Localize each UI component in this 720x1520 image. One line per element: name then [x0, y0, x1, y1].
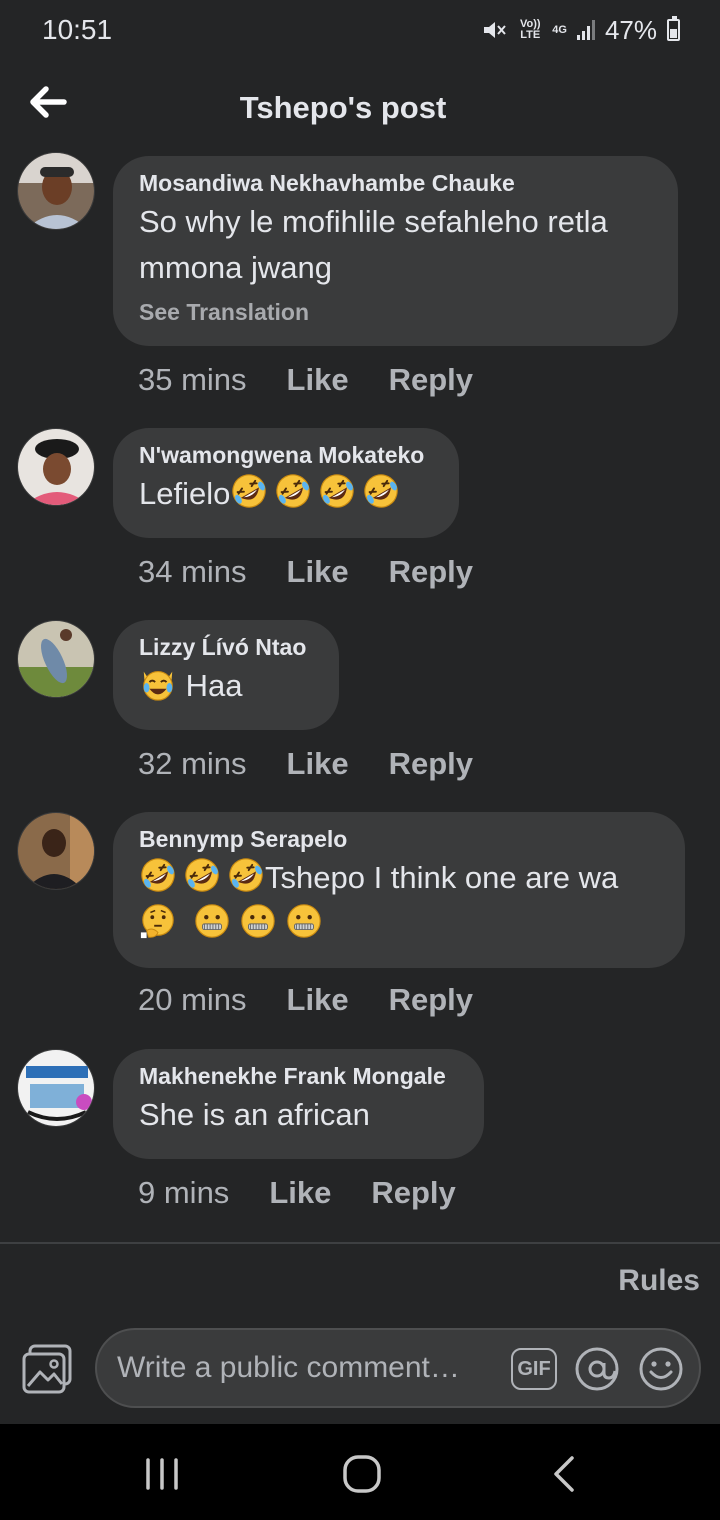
comment-time: 20 mins — [138, 982, 247, 1017]
emoji-button[interactable] — [638, 1346, 684, 1392]
comment-composer: GIF — [0, 1324, 720, 1414]
comment-text-content: Lefielo — [139, 476, 231, 511]
comment-input[interactable] — [117, 1348, 487, 1388]
avatar[interactable] — [17, 812, 95, 890]
avatar[interactable] — [17, 620, 95, 698]
rofl-emoji-icon — [274, 472, 312, 510]
rofl-emoji-icon — [230, 472, 268, 510]
battery-percent: 47% — [604, 14, 657, 45]
app-screen: 10:51 Vo)) LTE 4G 47% Tshepo's post Mosa… — [0, 0, 720, 1424]
comment-author[interactable]: N'wamongwena Mokateko — [139, 442, 433, 469]
page-title: Tshepo's post — [239, 90, 447, 125]
photo-icon — [22, 1344, 72, 1394]
comment-bubble[interactable]: N'wamongwena Mokateko Lefielo — [113, 428, 459, 538]
at-sign-icon — [575, 1347, 619, 1391]
mute-icon — [482, 19, 508, 41]
status-icons: Vo)) LTE 4G 47% — [482, 14, 680, 46]
like-button[interactable]: Like — [287, 982, 349, 1018]
divider — [0, 1242, 720, 1244]
comment-text-line: Tshepo I think one are wa — [139, 855, 659, 901]
comment-text-line: mmona jwang — [139, 250, 332, 285]
rofl-emoji-icon — [362, 472, 400, 510]
comment-author[interactable]: Bennymp Serapelo — [139, 826, 659, 853]
comment-text-line — [139, 901, 659, 947]
zipper-mouth-face-icon — [193, 902, 231, 940]
gif-label: GIF — [517, 1357, 551, 1380]
comment-text: So why le mofihlile sefahleho retla mmon… — [139, 199, 652, 291]
comment-text: Haa — [139, 663, 313, 709]
like-button[interactable]: Like — [287, 362, 349, 398]
status-bar: 10:51 Vo)) LTE 4G 47% — [0, 0, 720, 60]
reply-button[interactable]: Reply — [389, 746, 473, 782]
signal-icon — [576, 20, 595, 40]
network-type-label: 4G — [552, 23, 567, 36]
comment-text: She is an african — [139, 1097, 370, 1132]
chevron-left-icon — [554, 1456, 574, 1492]
home-icon — [343, 1455, 381, 1493]
comment-actions: 32 mins Like Reply — [138, 746, 473, 782]
home-button[interactable] — [340, 1452, 384, 1496]
comment-bubble[interactable]: Makhenekhe Frank Mongale She is an afric… — [113, 1049, 484, 1159]
rofl-emoji-icon — [227, 856, 265, 894]
like-button[interactable]: Like — [269, 1175, 331, 1211]
comment-text-line: So why le mofihlile sefahleho retla — [139, 204, 608, 239]
rofl-emoji-icon — [183, 856, 221, 894]
like-button[interactable]: Like — [287, 554, 349, 590]
recent-apps-icon — [146, 1458, 178, 1490]
volte-icon: Vo)) LTE — [519, 18, 541, 41]
back-nav-button[interactable] — [544, 1452, 588, 1496]
rules-link[interactable]: Rules — [618, 1264, 700, 1298]
header: Tshepo's post — [0, 62, 720, 152]
comment-bubble[interactable]: Lizzy Ĺívó Ntao Haa — [113, 620, 339, 730]
like-button[interactable]: Like — [287, 746, 349, 782]
comment-actions: 35 mins Like Reply — [138, 362, 473, 398]
comment-text-content: Haa — [185, 668, 243, 703]
comment-bubble[interactable]: Mosandiwa Nekhavhambe Chauke So why le m… — [113, 156, 678, 346]
comment-bubble[interactable]: Bennymp Serapelo Tshepo I think one are … — [113, 812, 685, 968]
comment-list: Mosandiwa Nekhavhambe Chauke So why le m… — [0, 152, 720, 1242]
network-type-icon: 4G — [552, 23, 567, 36]
zipper-mouth-face-icon — [239, 902, 277, 940]
comment-author[interactable]: Makhenekhe Frank Mongale — [139, 1063, 458, 1090]
add-photo-button[interactable] — [20, 1342, 74, 1396]
comment-author[interactable]: Lizzy Ĺívó Ntao — [139, 634, 313, 661]
reply-button[interactable]: Reply — [371, 1175, 455, 1211]
see-translation-link[interactable]: See Translation — [139, 299, 652, 326]
recent-apps-button[interactable] — [140, 1452, 184, 1496]
battery-icon — [667, 16, 680, 41]
comment-author[interactable]: Mosandiwa Nekhavhambe Chauke — [139, 170, 652, 197]
gif-button[interactable]: GIF — [511, 1348, 557, 1390]
comment-actions: 20 mins Like Reply — [138, 982, 473, 1018]
mention-button[interactable] — [574, 1346, 620, 1392]
avatar[interactable] — [17, 152, 95, 230]
status-time: 10:51 — [42, 14, 113, 45]
comment-time: 32 mins — [138, 746, 247, 781]
cat-tears-of-joy-icon — [139, 664, 177, 702]
avatar[interactable] — [17, 428, 95, 506]
rofl-emoji-icon — [318, 472, 356, 510]
comment-actions: 34 mins Like Reply — [138, 554, 473, 590]
zipper-mouth-face-icon — [285, 902, 323, 940]
comment-box: GIF — [95, 1328, 701, 1408]
comment-text: Lefielo — [139, 471, 433, 517]
reply-button[interactable]: Reply — [389, 554, 473, 590]
reply-button[interactable]: Reply — [389, 362, 473, 398]
avatar[interactable] — [17, 1049, 95, 1127]
comment-time: 35 mins — [138, 362, 247, 397]
reply-button[interactable]: Reply — [389, 982, 473, 1018]
comment-actions: 9 mins Like Reply — [138, 1175, 456, 1211]
comment-text-content: Tshepo I think one are wa — [265, 860, 619, 895]
smiley-icon — [639, 1347, 683, 1391]
thinking-face-icon — [139, 902, 177, 940]
rofl-emoji-icon — [139, 856, 177, 894]
comment-text: Tshepo I think one are wa — [139, 855, 659, 947]
comment-time: 9 mins — [138, 1175, 230, 1210]
comment-time: 34 mins — [138, 554, 247, 589]
system-nav-bar — [0, 1424, 720, 1520]
